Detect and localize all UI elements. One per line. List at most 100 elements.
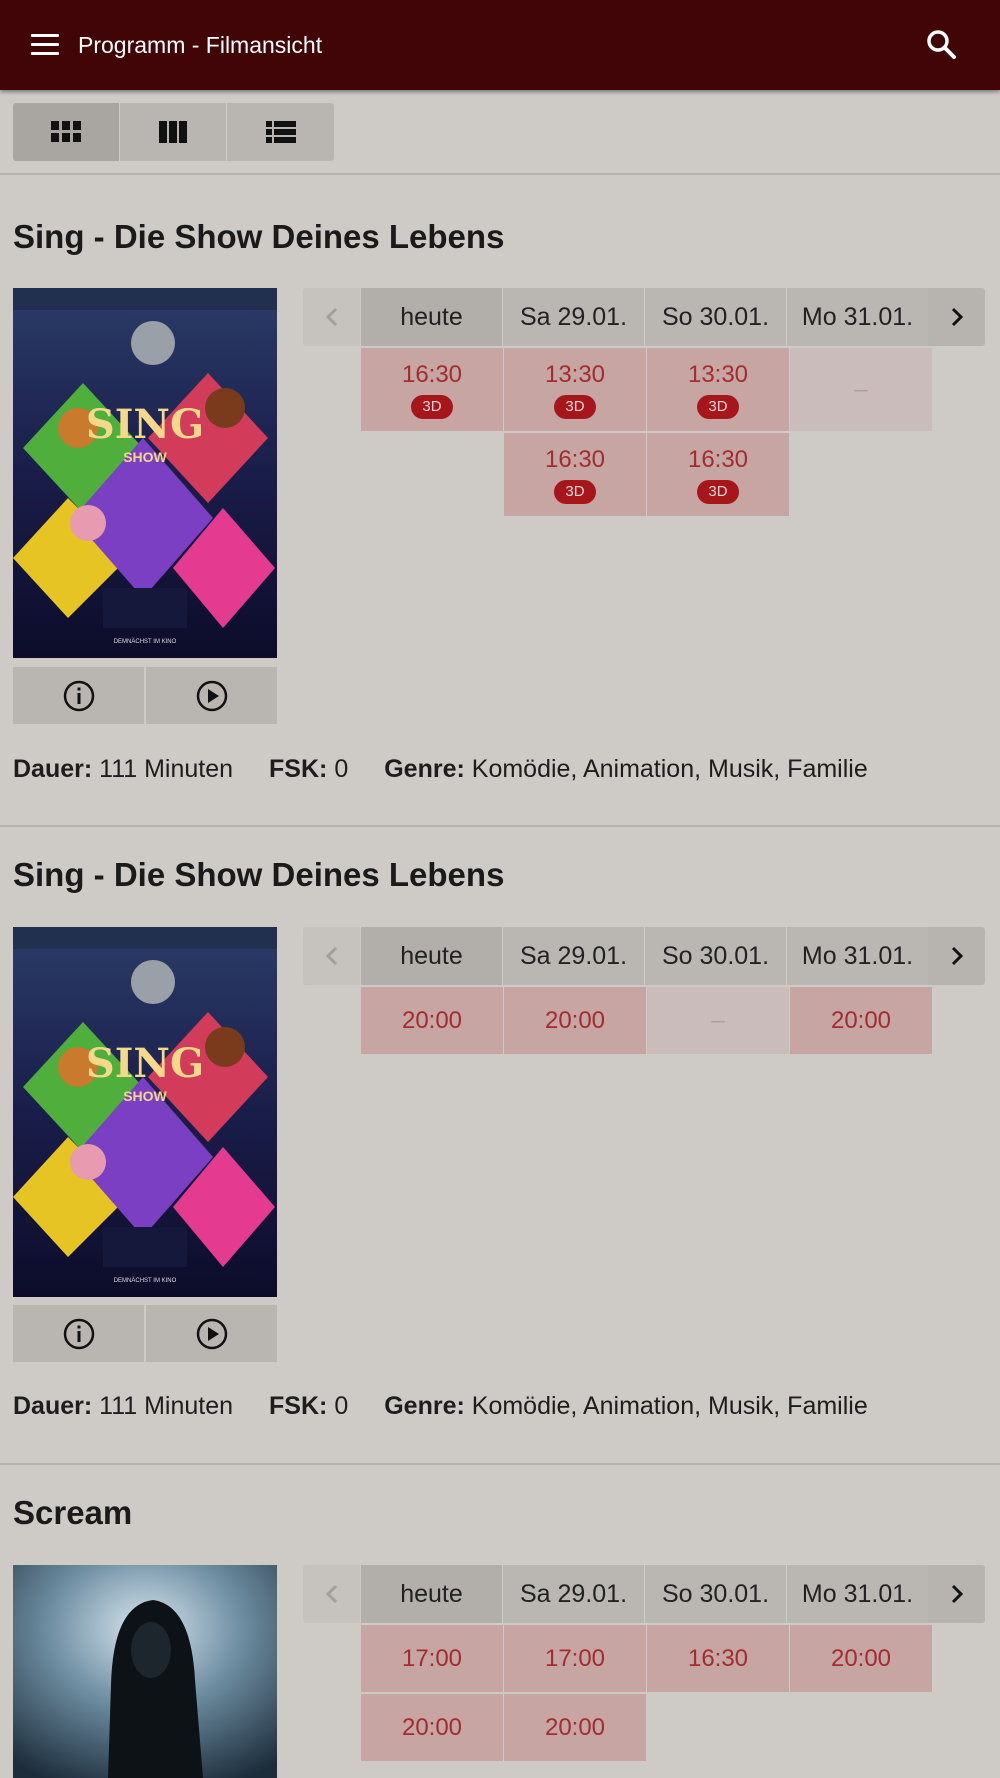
showtime-slot[interactable]: 16:30 3D xyxy=(361,348,503,431)
schedule-header: heute Sa 29.01. So 30.01. Mo 31.01. xyxy=(303,927,987,985)
poster-actions xyxy=(13,1305,277,1362)
column-view-button[interactable] xyxy=(120,103,227,161)
showtime-slot[interactable]: 13:30 3D xyxy=(647,348,789,431)
svg-text:DEMNÄCHST IM KINO: DEMNÄCHST IM KINO xyxy=(114,638,177,645)
showtime-slot[interactable]: 16:30 3D xyxy=(504,433,646,516)
list-view-icon xyxy=(265,121,296,143)
empty-cell xyxy=(361,433,503,516)
showtime-slot[interactable]: 20:00 xyxy=(790,987,932,1054)
showtime-time: 16:30 xyxy=(401,360,463,388)
3d-badge: 3D xyxy=(697,394,739,419)
search-icon[interactable] xyxy=(920,26,964,64)
showtime-slot[interactable]: 17:00 xyxy=(361,1625,503,1692)
next-days-button[interactable] xyxy=(928,1565,985,1623)
no-showtime-slot: – xyxy=(790,348,932,431)
svg-text:SHOW: SHOW xyxy=(123,1088,167,1104)
app-bar: Programm - Filmansicht xyxy=(0,0,1000,90)
3d-badge: 3D xyxy=(411,394,453,419)
movie-poster[interactable] xyxy=(13,1565,277,1778)
showtime-time: 20:00 xyxy=(401,1006,463,1034)
showtime-slot[interactable]: 16:30 xyxy=(647,1625,789,1692)
list-view-button[interactable] xyxy=(227,103,334,161)
showtime-time: 20:00 xyxy=(544,1006,606,1034)
previous-days-button[interactable] xyxy=(303,927,360,985)
showtime-schedule: heute Sa 29.01. So 30.01. Mo 31.01. 16:3… xyxy=(303,288,987,516)
page-title: Programm - Filmansicht xyxy=(78,32,323,58)
showtime-slot[interactable]: 20:00 xyxy=(790,1625,932,1692)
showtime-row: 17:00 17:00 16:30 20:00 xyxy=(303,1625,987,1692)
section-divider xyxy=(0,173,1000,175)
movie-title: Scream xyxy=(13,1494,133,1531)
chevron-left-icon xyxy=(325,946,337,966)
next-days-button[interactable] xyxy=(928,288,985,346)
trailer-button[interactable] xyxy=(146,667,277,724)
movie-meta: Dauer: 111 Minuten FSK: 0 Genre: Komödie, … xyxy=(13,1392,868,1421)
duration-value: 111 Minuten xyxy=(99,755,234,783)
section-divider xyxy=(0,825,1000,827)
next-days-button[interactable] xyxy=(928,927,985,985)
no-showtime-dash: – xyxy=(711,1006,725,1034)
previous-days-button[interactable] xyxy=(303,1565,360,1623)
schedule-header: heute Sa 29.01. So 30.01. Mo 31.01. xyxy=(303,288,987,346)
svg-text:SHOW: SHOW xyxy=(123,449,167,465)
hamburger-menu-icon[interactable] xyxy=(26,28,64,62)
3d-badge: 3D xyxy=(554,394,596,419)
empty-cell xyxy=(790,1694,932,1761)
section-divider xyxy=(0,1463,1000,1465)
day-header: Mo 31.01. xyxy=(786,1565,928,1623)
trailer-button[interactable] xyxy=(146,1305,277,1362)
showtime-slot[interactable]: 16:30 3D xyxy=(647,433,789,516)
showtime-slot[interactable]: 20:00 xyxy=(361,1694,503,1761)
play-circle-icon xyxy=(196,1318,227,1349)
showtime-slot[interactable]: 20:00 xyxy=(361,987,503,1054)
movie-poster[interactable]: SING SHOW DEMNÄCHST IM KINO xyxy=(13,927,277,1297)
genre-label: Genre: xyxy=(384,755,465,783)
fsk-value: 0 xyxy=(334,755,349,783)
showtime-row: 20:00 20:00 xyxy=(303,1694,987,1761)
day-header: heute xyxy=(360,927,502,985)
showtime-row: 16:30 3D 13:30 3D 13:30 3D – xyxy=(303,348,987,431)
movie-title: Sing - Die Show Deines Lebens xyxy=(13,856,505,893)
showtime-slot[interactable]: 20:00 xyxy=(504,987,646,1054)
duration-value: 111 Minuten xyxy=(99,1392,234,1420)
genre-value: Komödie, Animation, Musik, Familie xyxy=(471,755,868,783)
empty-cell xyxy=(790,433,932,516)
info-icon xyxy=(63,680,94,711)
grid-view-icon xyxy=(51,121,81,142)
day-header: Sa 29.01. xyxy=(502,1565,644,1623)
info-button[interactable] xyxy=(13,667,146,724)
chevron-right-icon xyxy=(951,1584,963,1604)
showtime-row: 16:30 3D 16:30 3D xyxy=(303,433,987,516)
day-header: Sa 29.01. xyxy=(502,927,644,985)
showtime-time: 13:30 xyxy=(687,360,749,388)
movie-poster[interactable]: SING SHOW DEMNÄCHST IM KINO xyxy=(13,288,277,658)
showtime-slot[interactable]: 17:00 xyxy=(504,1625,646,1692)
day-header: So 30.01. xyxy=(644,288,786,346)
showtime-time: 16:30 xyxy=(687,445,749,473)
showtime-time: 16:30 xyxy=(687,1644,749,1672)
showtime-time: 20:00 xyxy=(401,1713,463,1741)
showtime-schedule: heute Sa 29.01. So 30.01. Mo 31.01. 17:0… xyxy=(303,1565,987,1761)
info-button[interactable] xyxy=(13,1305,146,1362)
day-header: Sa 29.01. xyxy=(502,288,644,346)
info-icon xyxy=(63,1318,94,1349)
view-switch xyxy=(13,103,334,161)
showtime-time: 20:00 xyxy=(830,1006,892,1034)
column-view-icon xyxy=(159,121,187,143)
showtime-time: 17:00 xyxy=(401,1644,463,1672)
empty-cell xyxy=(647,1694,789,1761)
showtime-time: 17:00 xyxy=(544,1644,606,1672)
showtime-slot[interactable]: 20:00 xyxy=(504,1694,646,1761)
showtime-slot[interactable]: 13:30 3D xyxy=(504,348,646,431)
grid-view-button[interactable] xyxy=(13,103,120,161)
showtime-time: 20:00 xyxy=(544,1713,606,1741)
genre-value: Komödie, Animation, Musik, Familie xyxy=(471,1392,868,1420)
svg-text:SING: SING xyxy=(86,401,204,448)
duration-label: Dauer: xyxy=(13,755,93,783)
poster-actions xyxy=(13,667,277,724)
previous-days-button[interactable] xyxy=(303,288,360,346)
movie-title: Sing - Die Show Deines Lebens xyxy=(13,218,505,255)
fsk-label: FSK: xyxy=(269,755,328,783)
showtime-row: 20:00 20:00 – 20:00 xyxy=(303,987,987,1054)
day-header: Mo 31.01. xyxy=(786,927,928,985)
